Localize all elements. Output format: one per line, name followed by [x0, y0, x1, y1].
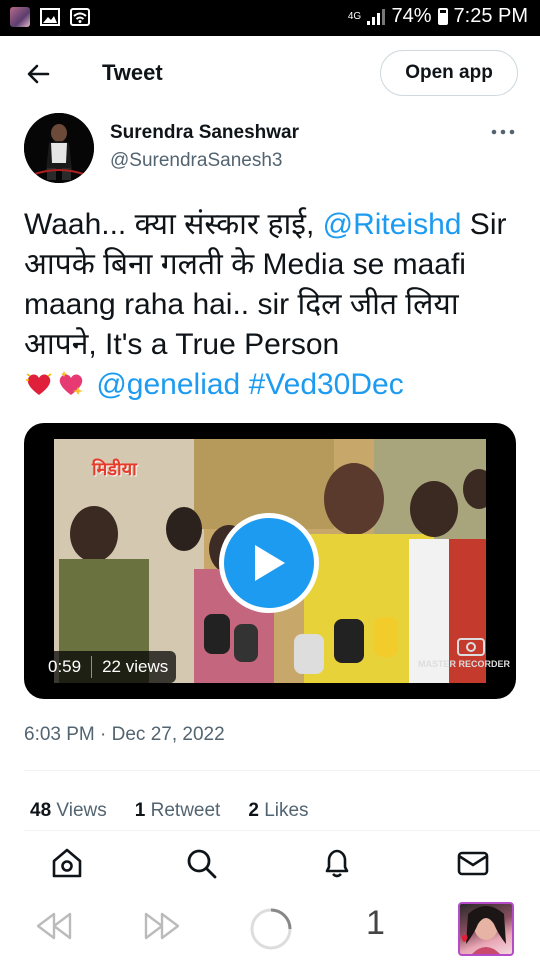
heart-emoji-icon [26, 373, 52, 395]
pill-divider [91, 656, 93, 678]
battery-percent: 74% [391, 5, 432, 27]
status-left [10, 7, 90, 27]
video-info-pill: 0:59 22 views [40, 651, 177, 683]
author-name[interactable]: Surendra Saneshwar [110, 122, 299, 144]
camera-watermark-icon [457, 638, 485, 656]
browser-back-icon[interactable] [34, 908, 74, 944]
mention-link[interactable]: @Riteishd [323, 208, 462, 241]
page-title: Tweet [102, 60, 163, 85]
likes-label: Likes [264, 800, 309, 821]
play-icon [255, 545, 285, 581]
video-player[interactable]: मिडीया 0:59 22 views MASTER RECORDER [24, 423, 516, 699]
status-bar: 4G 74% 7:25 PM [0, 0, 540, 36]
avatar-silhouette-icon [24, 113, 94, 183]
network-type: 4G [347, 10, 362, 22]
video-duration: 0:59 [48, 657, 82, 676]
open-app-button[interactable]: Open app [380, 50, 518, 96]
tweet-stats: 48 Views 1 Retweet 2 Likes [30, 800, 309, 822]
more-options-icon[interactable] [490, 122, 516, 142]
tweet-text: Waah... क्या संस्कार हाई, @Riteishd Sir … [24, 205, 524, 405]
search-icon[interactable] [184, 846, 218, 880]
likes-count: 2 [248, 800, 259, 821]
mention-link-2[interactable]: @geneliad [96, 368, 240, 401]
back-arrow-icon[interactable] [22, 58, 54, 90]
tab-preview-icon [461, 906, 506, 954]
tweet-timestamp[interactable]: 6:03 PM · Dec 27, 2022 [24, 724, 225, 746]
likes-stat[interactable]: 2 Likes [248, 800, 308, 822]
hashtag-link[interactable]: #Ved30Dec [249, 368, 404, 401]
notifications-bell-icon[interactable] [320, 846, 354, 880]
tab-count[interactable]: 1 [366, 904, 385, 943]
bottom-nav [0, 832, 540, 894]
browser-forward-icon[interactable] [142, 908, 182, 944]
video-views: 22 views [102, 657, 169, 676]
views-label: Views [56, 800, 107, 821]
author-avatar[interactable] [24, 113, 94, 183]
retweets-label: Retweet [150, 800, 221, 821]
sparkling-heart-emoji-icon [59, 371, 83, 395]
wifi-icon [70, 8, 90, 26]
notification-avatar-icon [10, 7, 30, 27]
play-button[interactable] [219, 513, 319, 613]
browser-bar: 1 [0, 894, 540, 960]
views-count: 48 [30, 800, 52, 821]
channel-logo: मिडीया [92, 459, 137, 479]
retweets-count: 1 [134, 800, 146, 821]
clock: 7:25 PM [453, 5, 528, 27]
retweets-stat[interactable]: 1 Retweet [135, 800, 221, 822]
messages-mail-icon[interactable] [456, 846, 490, 880]
status-right: 4G 74% 7:25 PM [347, 5, 528, 28]
divider [24, 770, 540, 771]
battery-icon [437, 8, 448, 25]
tweet-text-part-1: Waah... क्या संस्कार हाई, [24, 208, 323, 241]
divider [24, 830, 540, 831]
tweet-header: Tweet Open app [0, 36, 540, 110]
home-icon[interactable] [50, 846, 84, 880]
author-handle[interactable]: @SurendraSanesh3 [110, 150, 282, 172]
tab-thumbnail[interactable] [458, 902, 514, 956]
signal-icon [367, 8, 386, 25]
recorder-watermark: MASTER RECORDER [417, 659, 510, 669]
views-stat[interactable]: 48 Views [30, 800, 107, 822]
gallery-icon [40, 8, 60, 26]
browser-loading-icon[interactable] [248, 906, 294, 952]
